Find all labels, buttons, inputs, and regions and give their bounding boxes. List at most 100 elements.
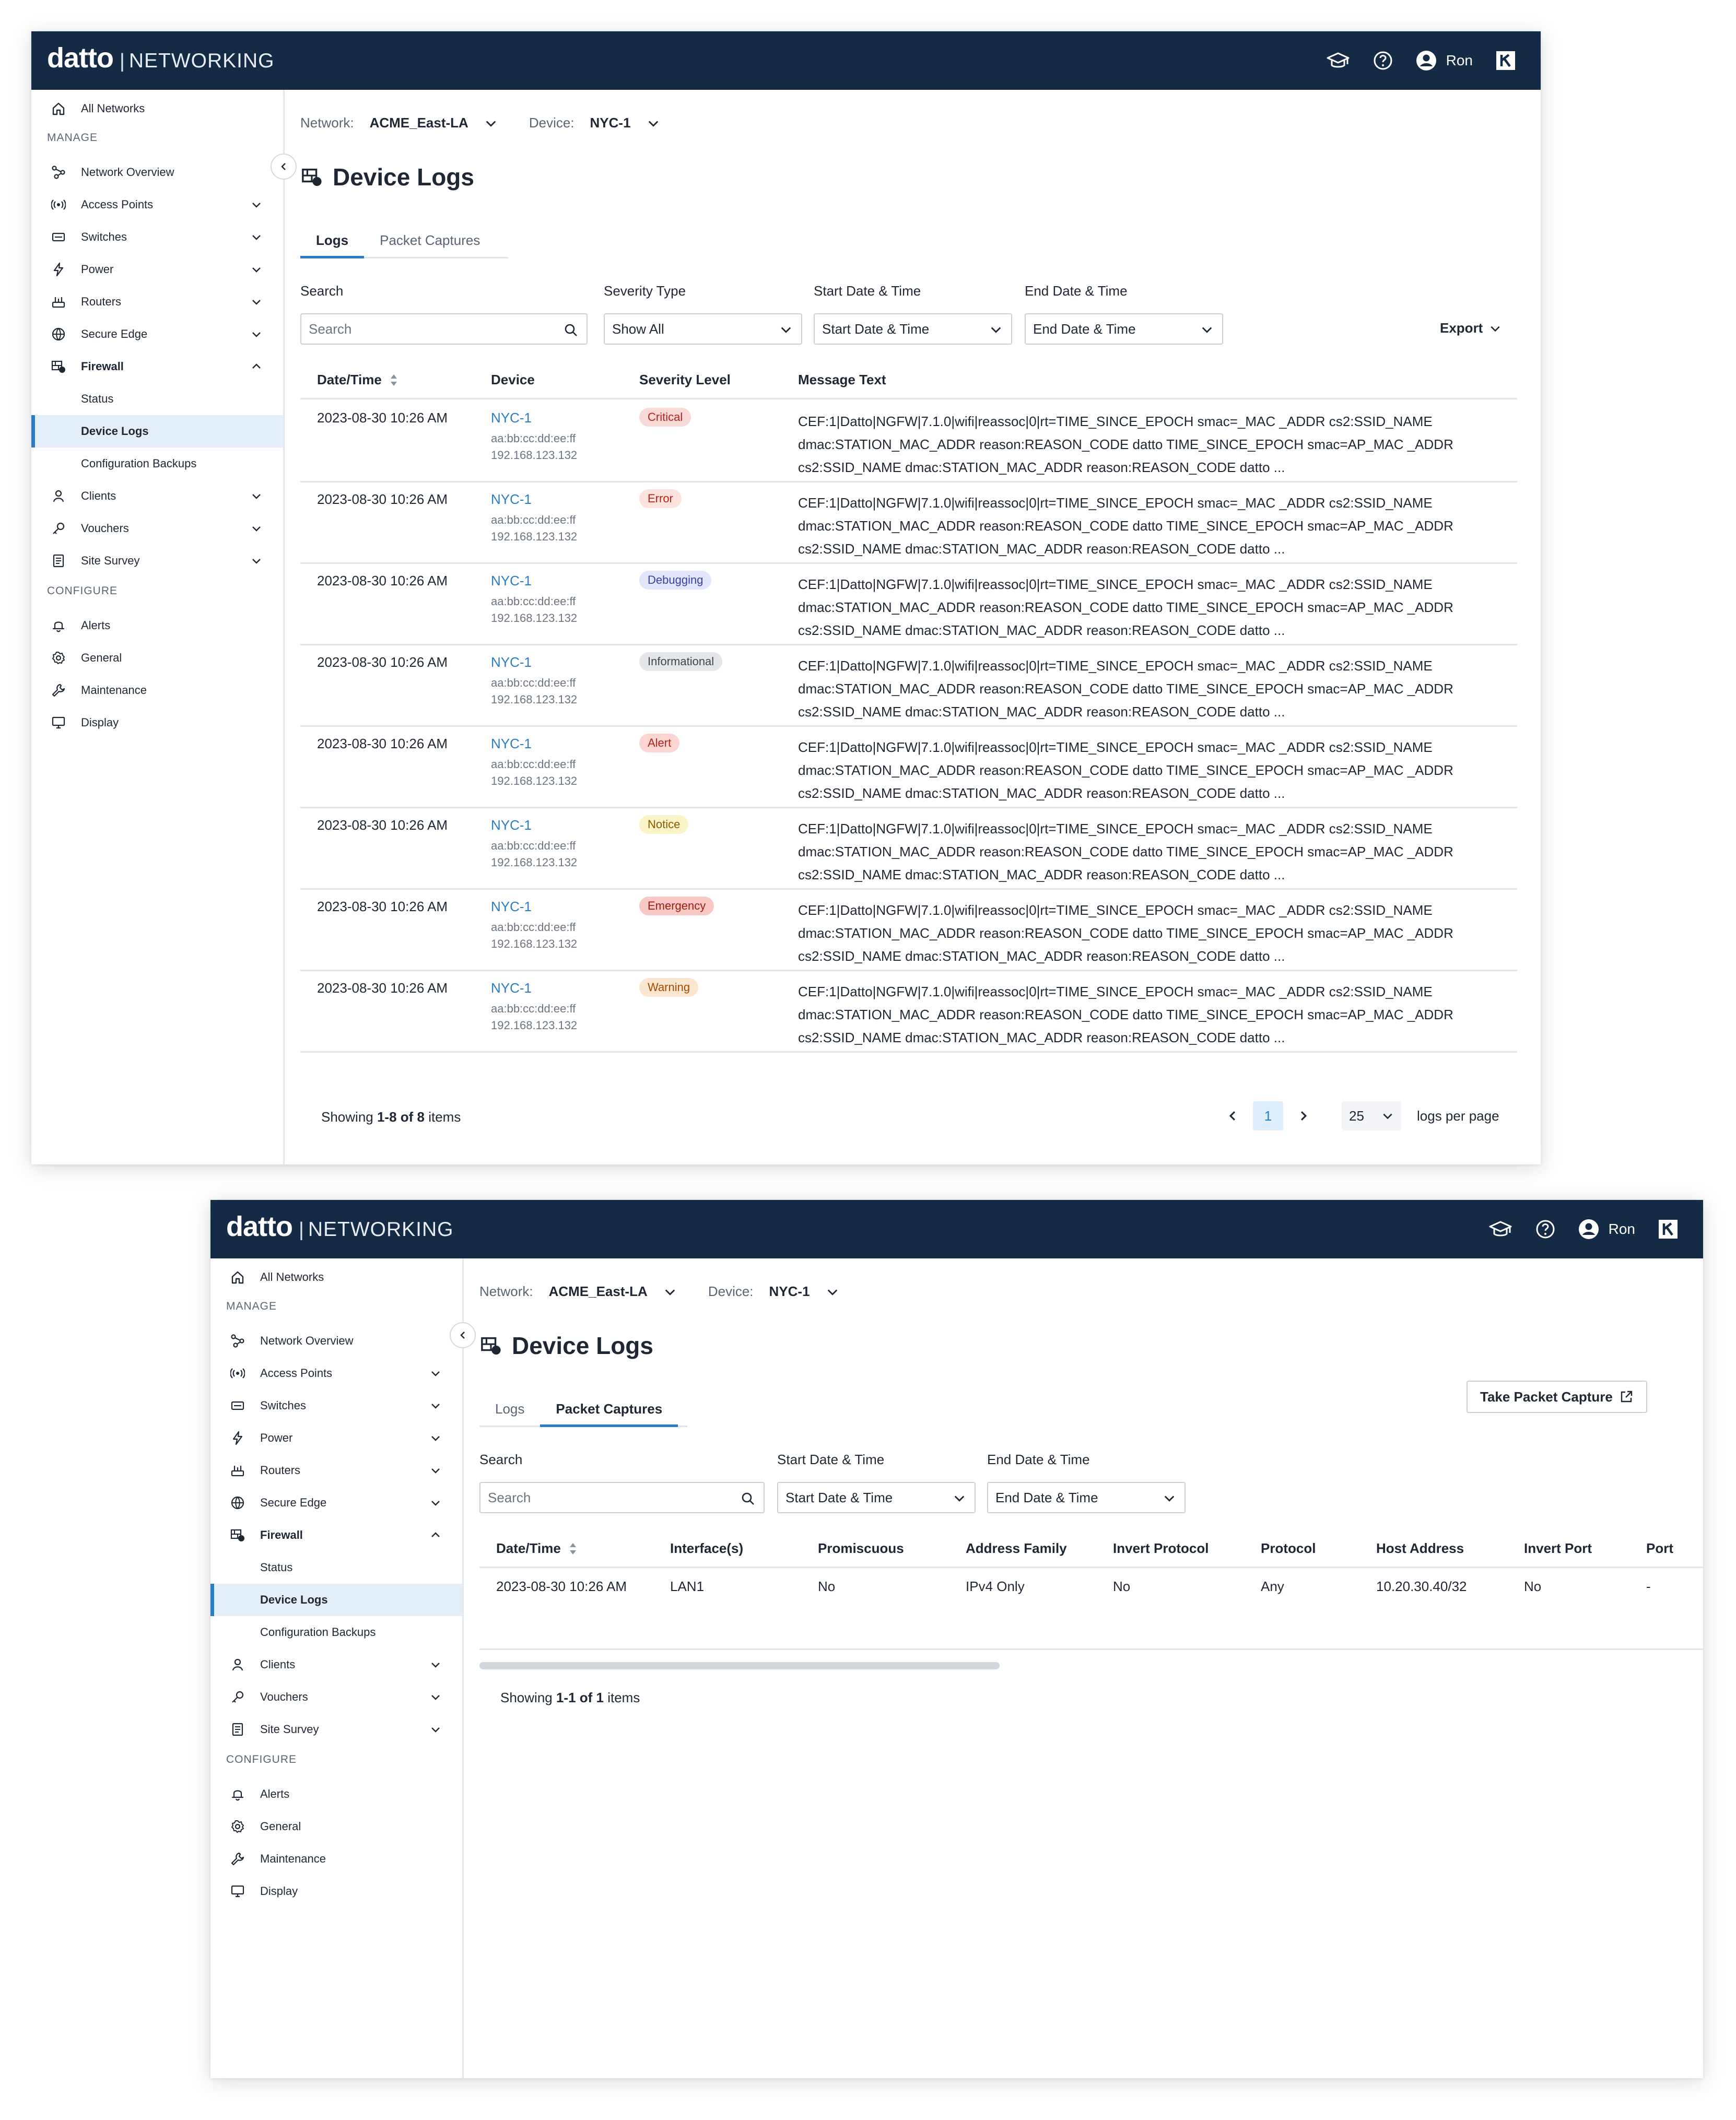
sidebar-item-status[interactable]: Status [210, 1551, 462, 1584]
device-link[interactable]: NYC-1 [491, 410, 577, 426]
device-link[interactable]: NYC-1 [491, 899, 577, 915]
sidebar-item-configuration-backups[interactable]: Configuration Backups [210, 1616, 462, 1648]
graduation-cap-icon[interactable] [1488, 1219, 1512, 1240]
help-icon[interactable] [1373, 51, 1393, 70]
home-icon [231, 1271, 244, 1284]
sidebar-item-power[interactable]: Power [31, 253, 283, 286]
sidebar-item-general[interactable]: General [31, 642, 283, 674]
sidebar-item-all-networks[interactable]: All Networks [210, 1261, 462, 1293]
device-link[interactable]: NYC-1 [491, 654, 577, 670]
user-menu[interactable]: Ron [1578, 1219, 1635, 1240]
sidebar-item-device-logs[interactable]: Device Logs [31, 415, 283, 447]
tab-logs[interactable]: Logs [479, 1394, 540, 1426]
sidebar-item-switches[interactable]: Switches [31, 221, 283, 253]
device-link[interactable]: NYC-1 [491, 980, 577, 996]
sidebar-item-power[interactable]: Power [210, 1422, 462, 1454]
sidebar-item-maintenance[interactable]: Maintenance [31, 674, 283, 706]
collapse-sidebar-button[interactable] [450, 1322, 476, 1348]
sidebar-item-clients[interactable]: Clients [31, 480, 283, 512]
table-row[interactable]: 2023-08-30 10:26 AM NYC-1 aa:bb:cc:dd:ee:f… [300, 481, 1517, 564]
graduation-cap-icon[interactable] [1326, 50, 1350, 71]
table-row[interactable]: 2023-08-30 10:26 AM NYC-1 aa:bb:cc:dd:ee:f… [300, 807, 1517, 890]
sidebar-item-site-survey[interactable]: Site Survey [31, 545, 283, 577]
sidebar-item-network-overview[interactable]: Network Overview [31, 156, 283, 189]
chevron-right-icon[interactable] [1297, 1109, 1310, 1123]
sidebar-item-firewall[interactable]: Firewall [31, 350, 283, 383]
chevron-down-icon [431, 1468, 440, 1474]
sidebar-item-site-survey[interactable]: Site Survey [210, 1713, 462, 1746]
take-packet-capture-button[interactable]: Take Packet Capture [1467, 1381, 1647, 1413]
user-menu[interactable]: Ron [1416, 50, 1473, 71]
sidebar-item-firewall[interactable]: Firewall [210, 1519, 462, 1551]
sidebar-item-alerts[interactable]: Alerts [31, 609, 283, 642]
log-message: CEF:1|Datto|NGFW|7.1.0|wifi|reassoc|0|rt… [798, 654, 1508, 723]
page-number-button[interactable]: 1 [1253, 1101, 1283, 1130]
end-date-select[interactable]: End Date & Time [987, 1482, 1186, 1513]
table-row[interactable]: 2023-08-30 10:26 AM NYC-1 aa:bb:cc:dd:ee:f… [300, 644, 1517, 727]
severity-label: Severity Type [604, 283, 686, 299]
log-message: CEF:1|Datto|NGFW|7.1.0|wifi|reassoc|0|rt… [798, 899, 1508, 968]
table-row[interactable]: 2023-08-30 10:26 AM NYC-1 aa:bb:cc:dd:ee:f… [300, 970, 1517, 1053]
sidebar-item-configuration-backups[interactable]: Configuration Backups [31, 447, 283, 480]
tab-logs[interactable]: Logs [300, 226, 365, 258]
monitor-icon [52, 716, 65, 729]
sidebar-item-network-overview[interactable]: Network Overview [210, 1325, 462, 1357]
device-mac: aa:bb:cc:dd:ee:ff [491, 1002, 576, 1015]
device-link[interactable]: NYC-1 [491, 573, 577, 589]
tab-packet-captures[interactable]: Packet Captures [540, 1394, 678, 1427]
search-input[interactable]: Search [479, 1482, 765, 1513]
per-page-select[interactable]: 25 [1342, 1101, 1401, 1130]
export-button[interactable]: Export [1440, 320, 1502, 336]
sidebar-item-maintenance[interactable]: Maintenance [210, 1843, 462, 1875]
start-date-select[interactable]: Start Date & Time [777, 1482, 976, 1513]
sidebar-item-alerts[interactable]: Alerts [210, 1778, 462, 1810]
sidebar-item-device-logs[interactable]: Device Logs [210, 1584, 462, 1616]
sidebar-item-access-points[interactable]: Access Points [210, 1357, 462, 1389]
sidebar-item-status[interactable]: Status [31, 383, 283, 415]
end-date-select[interactable]: End Date & Time [1025, 313, 1223, 345]
table-row[interactable]: 2023-08-30 10:26 AM NYC-1 aa:bb:cc:dd:ee:f… [300, 888, 1517, 971]
sidebar-item-routers[interactable]: Routers [210, 1454, 462, 1487]
sidebar-item-routers[interactable]: Routers [31, 286, 283, 318]
device-link[interactable]: NYC-1 [491, 491, 577, 508]
severity-badge: Warning [639, 978, 699, 997]
device-select[interactable]: NYC-1 [769, 1283, 810, 1300]
start-date-select[interactable]: Start Date & Time [814, 313, 1012, 345]
kaseya-logo-icon[interactable] [1658, 1219, 1678, 1239]
brand-logo[interactable]: datto | NETWORKING [226, 1210, 454, 1243]
table-row[interactable]: 2023-08-30 10:26 AM NYC-1 aa:bb:cc:dd:ee:f… [300, 725, 1517, 808]
sidebar-item-access-points[interactable]: Access Points [31, 189, 283, 221]
sidebar-item-general[interactable]: General [210, 1810, 462, 1843]
column-header-protocol: Protocol [1261, 1540, 1316, 1556]
kaseya-logo-icon[interactable] [1496, 51, 1516, 70]
sidebar-item-secure-edge[interactable]: Secure Edge [31, 318, 283, 350]
device-mac: aa:bb:cc:dd:ee:ff [491, 758, 576, 771]
collapse-sidebar-button[interactable] [271, 154, 297, 180]
device-select[interactable]: NYC-1 [590, 115, 631, 131]
table-row[interactable]: 2023-08-30 10:26 AM LAN1 No IPv4 Only No… [479, 1568, 1703, 1650]
sidebar-item-display[interactable]: Display [31, 706, 283, 739]
search-input[interactable]: Search [300, 313, 588, 345]
help-icon[interactable] [1535, 1219, 1555, 1239]
sidebar-item-secure-edge[interactable]: Secure Edge [210, 1487, 462, 1519]
sidebar-item-clients[interactable]: Clients [210, 1648, 462, 1681]
device-link[interactable]: NYC-1 [491, 817, 577, 833]
sidebar-item-vouchers[interactable]: Vouchers [31, 512, 283, 545]
table-row[interactable]: 2023-08-30 10:26 AM NYC-1 aa:bb:cc:dd:ee:f… [300, 399, 1517, 482]
network-select[interactable]: ACME_East-LA [549, 1283, 648, 1300]
sidebar-item-switches[interactable]: Switches [210, 1389, 462, 1422]
page-title: Device Logs [479, 1332, 653, 1360]
sidebar-item-all-networks[interactable]: All Networks [31, 92, 283, 125]
column-header-datetime[interactable]: Date/Time [317, 372, 398, 388]
device-link[interactable]: NYC-1 [491, 736, 577, 752]
network-select[interactable]: ACME_East-LA [370, 115, 468, 131]
brand-logo[interactable]: datto | NETWORKING [47, 42, 275, 74]
sidebar-item-vouchers[interactable]: Vouchers [210, 1681, 462, 1713]
chevron-left-icon[interactable] [1226, 1109, 1239, 1123]
table-row[interactable]: 2023-08-30 10:26 AM NYC-1 aa:bb:cc:dd:ee:f… [300, 562, 1517, 645]
sidebar-item-display[interactable]: Display [210, 1875, 462, 1907]
horizontal-scrollbar[interactable] [479, 1662, 1000, 1669]
tab-packet-captures[interactable]: Packet Captures [364, 226, 496, 257]
column-header-datetime[interactable]: Date/Time [496, 1540, 578, 1557]
severity-select[interactable]: Show All [604, 313, 802, 345]
